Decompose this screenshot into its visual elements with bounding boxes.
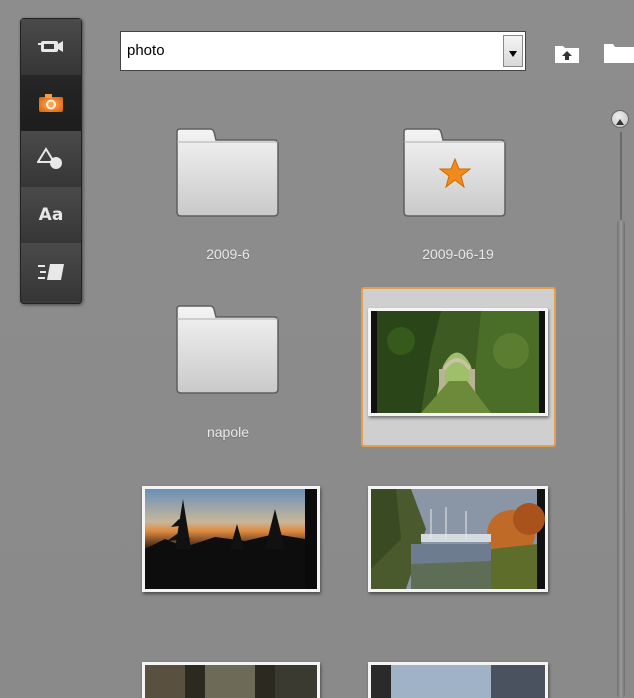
scrollbar-track[interactable]	[620, 132, 622, 222]
new-folder-button[interactable]	[603, 40, 634, 68]
video-tab[interactable]	[21, 19, 81, 76]
folder-icon	[603, 44, 634, 68]
chevron-up-icon	[616, 110, 624, 129]
photo-tab[interactable]	[21, 75, 81, 132]
dropdown-arrow-button[interactable]	[503, 35, 523, 67]
photo-thumbnail[interactable]	[368, 486, 548, 592]
folder-select-value: photo	[127, 42, 165, 59]
media-type-toolbar: Aa	[20, 18, 82, 304]
folder-label: 2009-6	[206, 246, 250, 262]
folder-up-icon	[554, 46, 580, 68]
photo-thumbnail[interactable]	[368, 308, 548, 416]
text-icon: Aa	[38, 205, 64, 225]
photo-thumbnail[interactable]	[142, 662, 320, 698]
transition-icon	[37, 263, 65, 281]
parent-folder-button[interactable]	[554, 40, 580, 68]
transitions-tab[interactable]	[21, 243, 81, 301]
scroll-up-button[interactable]	[611, 110, 629, 128]
scrollbar-thumb[interactable]	[617, 220, 625, 698]
folder-icon	[174, 305, 282, 401]
folder-label: napole	[206, 424, 250, 440]
photo-thumbnail[interactable]	[142, 486, 320, 592]
photo-thumbnail[interactable]	[368, 662, 548, 698]
folder-icon	[174, 128, 282, 224]
video-icon	[38, 38, 64, 56]
folder-label: 2009-06-19	[422, 246, 494, 262]
folder-select[interactable]: photo	[120, 31, 526, 71]
shapes-tab[interactable]	[21, 131, 81, 188]
titles-tab[interactable]: Aa	[21, 187, 81, 244]
media-browser-panel: Aa photo 2009-6 2009-06-19 napole	[0, 0, 634, 698]
camera-icon	[37, 92, 65, 114]
star-icon	[438, 157, 472, 192]
chevron-down-icon	[508, 42, 518, 61]
shapes-icon	[37, 147, 65, 171]
